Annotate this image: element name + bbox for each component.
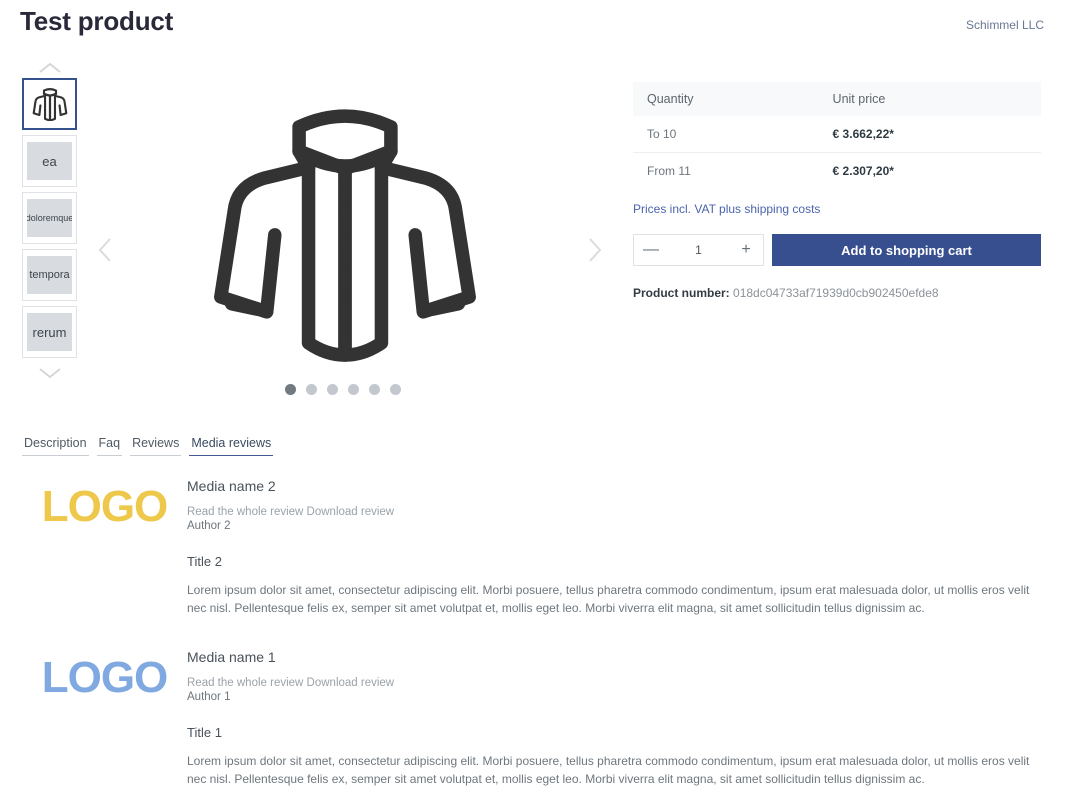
thumbnail-label: ea [27, 142, 72, 180]
product-image-carousel [90, 62, 610, 402]
tab-description[interactable]: Description [22, 436, 89, 456]
carousel-prev-icon[interactable] [90, 230, 120, 270]
media-name: Media name 1 [187, 649, 276, 665]
gallery-thumbnail-4[interactable]: rerum [22, 306, 77, 358]
media-logo: LOGO [41, 653, 169, 702]
download-review-link[interactable]: Download review [307, 677, 395, 689]
gallery-thumbnail-2[interactable]: doloremque [22, 192, 77, 244]
media-review-body: Media name 1 Read the whole review Downl… [187, 641, 1052, 788]
tab-faq[interactable]: Faq [96, 436, 123, 456]
table-row: To 10 € 3.662,22* [633, 116, 1041, 153]
media-review-author: Author 1 [187, 691, 231, 703]
tab-media-reviews[interactable]: Media reviews [189, 436, 274, 456]
gallery-thumbnail-1[interactable]: ea [22, 135, 77, 187]
carousel-next-icon[interactable] [580, 230, 610, 270]
table-row: From 11 € 2.307,20* [633, 152, 1041, 189]
cell-quantity: From 11 [633, 152, 819, 189]
tab-reviews[interactable]: Reviews [130, 436, 182, 456]
page-header: Test product Schimmel LLC [0, 0, 1077, 50]
media-review-title: Title 2 [187, 554, 222, 569]
cell-price: € 3.662,22* [832, 127, 894, 141]
quantity-increase-button[interactable]: + [729, 235, 763, 265]
carousel-dot[interactable] [285, 384, 296, 395]
read-whole-review-link[interactable]: Read the whole review [187, 677, 303, 689]
table-header-row: Quantity Unit price [633, 82, 1041, 116]
carousel-dot[interactable] [348, 384, 359, 395]
page-title: Test product [20, 6, 174, 36]
manufacturer-link[interactable]: Schimmel LLC [966, 18, 1044, 32]
carousel-dot[interactable] [390, 384, 401, 395]
quantity-stepper: — + [633, 234, 764, 266]
gallery-thumbnail-0[interactable] [22, 78, 77, 130]
chevron-up-icon[interactable] [22, 58, 78, 78]
quantity-decrease-button[interactable]: — [634, 235, 668, 265]
thumbnail-label: tempora [27, 256, 72, 294]
gallery-thumbnail-list: ea doloremque tempora rerum [22, 58, 78, 383]
media-review-links: Read the whole review Download review [187, 677, 1052, 689]
carousel-dots [285, 384, 401, 395]
product-tabs: Description Faq Reviews Media reviews [22, 436, 274, 456]
add-to-cart-row: — + Add to shopping cart [633, 234, 1041, 266]
buy-box: Quantity Unit price To 10 € 3.662,22* Fr… [633, 82, 1041, 300]
carousel-dot[interactable] [327, 384, 338, 395]
media-review-item: LOGO Media name 1 Read the whole review … [22, 641, 1052, 788]
media-review-title: Title 1 [187, 725, 222, 740]
download-review-link[interactable]: Download review [307, 506, 395, 518]
media-review-links: Read the whole review Download review [187, 506, 1052, 518]
product-detail-page: Test product Schimmel LLC ea doloremque … [0, 0, 1077, 803]
product-number: Product number: 018dc04733af71939d0cb902… [633, 286, 1041, 300]
carousel-dot[interactable] [306, 384, 317, 395]
media-logo: LOGO [41, 482, 169, 531]
chevron-down-icon[interactable] [22, 363, 78, 383]
product-number-label: Product number: [633, 286, 730, 300]
cell-price: € 2.307,20* [818, 152, 1041, 189]
thumbnail-label: doloremque [27, 199, 72, 237]
jacket-icon [32, 88, 67, 121]
vat-shipping-link[interactable]: Prices incl. VAT plus shipping costs [633, 202, 820, 216]
product-number-value: 018dc04733af71939d0cb902450efde8 [733, 286, 939, 300]
media-review-text: Lorem ipsum dolor sit amet, consectetur … [187, 754, 1030, 786]
media-review-author: Author 2 [187, 520, 231, 532]
add-to-cart-button[interactable]: Add to shopping cart [772, 234, 1041, 266]
column-header-unit-price: Unit price [818, 82, 1041, 116]
media-review-body: Media name 2 Read the whole review Downl… [187, 470, 1052, 617]
price-table: Quantity Unit price To 10 € 3.662,22* Fr… [633, 82, 1041, 189]
read-whole-review-link[interactable]: Read the whole review [187, 506, 303, 518]
thumbnail-label: rerum [27, 313, 72, 351]
media-review-item: LOGO Media name 2 Read the whole review … [22, 470, 1052, 617]
cell-quantity: To 10 [647, 127, 677, 141]
gallery-thumbnail-3[interactable]: tempora [22, 249, 77, 301]
quantity-input[interactable] [668, 235, 729, 265]
column-header-quantity: Quantity [633, 82, 819, 116]
media-name: Media name 2 [187, 478, 276, 494]
media-reviews-list: LOGO Media name 2 Read the whole review … [22, 470, 1052, 803]
carousel-dot[interactable] [369, 384, 380, 395]
media-review-text: Lorem ipsum dolor sit amet, consectetur … [187, 583, 1030, 615]
jacket-icon [214, 109, 476, 362]
product-main-image[interactable] [210, 82, 480, 382]
